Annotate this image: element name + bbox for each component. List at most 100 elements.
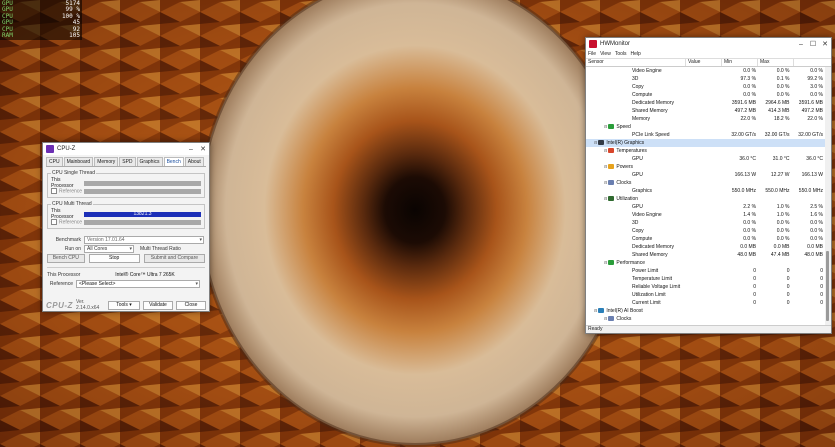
menu-tools[interactable]: Tools <box>615 51 627 57</box>
tab-mainboard[interactable]: Mainboard <box>63 157 94 166</box>
table-row[interactable]: ⊟ Powers <box>586 163 825 171</box>
benchmark-select[interactable]: Version 17.01.64 <box>84 235 204 244</box>
table-row[interactable]: Shared Memory 48.0 MB 47.4 MB 48.0 MB <box>586 251 825 259</box>
table-row[interactable]: Video Engine 0.0 % 0.0 % 0.0 % <box>586 67 825 75</box>
menu-file[interactable]: File <box>588 51 596 57</box>
collapse-icon[interactable]: ⊟ <box>604 163 607 171</box>
table-row[interactable]: ⊟ Clocks <box>586 315 825 323</box>
table-row[interactable]: GPU 36.0 °C 31.0 °C 36.0 °C <box>586 155 825 163</box>
table-row[interactable]: Current Limit 0 0 0 <box>586 299 825 307</box>
col-value[interactable]: Value <box>686 59 722 66</box>
menu-view[interactable]: View <box>600 51 611 57</box>
maximize-icon[interactable]: ☐ <box>807 38 819 50</box>
sensor-max: 48.0 MB <box>804 252 823 258</box>
collapse-icon[interactable]: ⊟ <box>604 123 607 131</box>
multi-ref-label[interactable]: Reference <box>51 218 84 225</box>
reference-row: Reference <Please Select> <box>47 279 205 288</box>
table-row[interactable]: GPU 166.13 W 12.27 W 166.13 W <box>586 171 825 179</box>
table-row[interactable]: Memory 22.0 % 18.2 % 22.0 % <box>586 115 825 123</box>
single-thread-title: CPU Single Thread <box>51 170 96 176</box>
collapse-icon[interactable]: ⊟ <box>594 139 597 147</box>
collapse-icon[interactable]: ⊟ <box>604 179 607 187</box>
cpuz-titlebar[interactable]: CPU-Z – ✕ <box>43 143 209 155</box>
table-row[interactable]: ⊟ Utilization <box>586 195 825 203</box>
sensor-max: 36.0 °C <box>806 156 823 162</box>
validate-button[interactable]: Validate <box>143 300 173 310</box>
table-row[interactable]: Shared Memory 497.2 MB 414.3 MB 497.2 MB <box>586 107 825 115</box>
sensor-value: 0.0 % <box>743 68 757 74</box>
table-row[interactable]: Dedicated Memory 0.0 MB 0.0 MB 0.0 MB <box>586 243 825 251</box>
stop-button[interactable]: Stop <box>88 254 140 263</box>
scrollbar-thumb[interactable] <box>826 251 829 321</box>
sensor-name: Utilization Limit <box>632 292 666 298</box>
hwm-scrollbar[interactable] <box>825 67 831 326</box>
table-row[interactable]: ⊟ Intel(R) AI Boost <box>586 307 825 315</box>
sensor-value: 0 <box>753 276 757 282</box>
minimize-icon[interactable]: – <box>185 143 197 155</box>
table-row[interactable]: Compute 0.0 % 0.0 % 0.0 % <box>586 91 825 99</box>
tab-memory[interactable]: Memory <box>94 157 119 166</box>
table-row[interactable]: Video Engine 1.4 % 1.0 % 1.6 % <box>586 211 825 219</box>
col-max[interactable]: Max <box>758 59 794 66</box>
tools-button[interactable]: Tools ▾ <box>108 300 140 310</box>
sensor-cell: ⊟ Clocks <box>586 179 704 187</box>
sensor-min: 1.0 % <box>776 212 790 218</box>
table-row[interactable]: Dedicated Memory 3591.6 MB 2964.6 MB 3591.6… <box>586 99 825 107</box>
hwm-titlebar[interactable]: HWMonitor – ☐ ✕ <box>586 38 831 50</box>
submit-compare-button[interactable]: Submit and Compare <box>143 254 205 263</box>
performance-overlay: GPU 5174 GPU 99 % CPU 100 % GPU 45 CPU 92 RAM… <box>0 0 82 40</box>
sensor-value: 22.0 % <box>740 116 757 122</box>
hwm-sensor-tree[interactable]: Video Engine 0.0 % 0.0 % 0.0 % 3D 97.3 % 0.1 %… <box>586 67 825 326</box>
table-row[interactable]: 3D 97.3 % 0.1 % 99.2 % <box>586 75 825 83</box>
minimize-icon[interactable]: – <box>795 38 807 50</box>
runon-select[interactable]: All Cores <box>84 244 134 253</box>
sensor-value <box>704 315 740 323</box>
table-row[interactable]: Graphics 550.0 MHz 550.0 MHz 550.0 MHz <box>586 187 825 195</box>
sensor-name: Copy <box>632 228 644 234</box>
table-row[interactable]: ⊟ Temperatures <box>586 147 825 155</box>
collapse-icon[interactable]: ⊟ <box>604 147 607 155</box>
sensor-cell: GPU <box>586 155 725 163</box>
table-row[interactable]: Reliable Voltage Limit 0 0 0 <box>586 283 825 291</box>
tab-graphics[interactable]: Graphics <box>136 157 163 166</box>
sensor-value: 0 <box>753 300 757 306</box>
table-row[interactable]: GPU 2.2 % 1.0 % 2.5 % <box>586 203 825 211</box>
sensor-cell: Copy <box>586 83 725 91</box>
collapse-icon[interactable]: ⊟ <box>604 259 607 267</box>
table-row[interactable]: ⊟ Speed <box>586 123 825 131</box>
table-row[interactable]: ⊟ Clocks <box>586 179 825 187</box>
tab-cpu[interactable]: CPU <box>46 157 63 166</box>
close-icon[interactable]: ✕ <box>819 38 831 50</box>
collapse-icon[interactable]: ⊟ <box>604 315 607 323</box>
tab-spd[interactable]: SPD <box>119 157 136 166</box>
single-ref-checkbox[interactable] <box>51 187 57 194</box>
table-row[interactable]: 3D 0.0 % 0.0 % 0.0 % <box>586 219 825 227</box>
table-row[interactable]: ⊟ Performance <box>586 259 825 267</box>
close-button[interactable]: Close <box>176 300 206 310</box>
col-sensor[interactable]: Sensor <box>586 59 686 66</box>
table-row[interactable]: ⊟ Intel(R) Graphics <box>586 139 825 147</box>
col-min[interactable]: Min <box>722 59 758 66</box>
table-row[interactable]: Temperature Limit 0 0 0 <box>586 275 825 283</box>
bench-cpu-button[interactable]: Bench CPU <box>47 254 85 263</box>
table-row[interactable]: Copy 0.0 % 0.0 % 0.0 % <box>586 227 825 235</box>
sensor-max: 22.0 % <box>807 116 823 122</box>
tab-bench[interactable]: Bench <box>163 157 184 166</box>
sensor-value <box>704 259 740 267</box>
close-icon[interactable]: ✕ <box>197 143 209 155</box>
table-row[interactable]: Compute 0.0 % 0.0 % 0.0 % <box>586 235 825 243</box>
table-row[interactable]: Power Limit 0 0 0 <box>586 267 825 275</box>
multi-ref-checkbox[interactable] <box>51 218 57 225</box>
menu-help[interactable]: Help <box>631 51 641 57</box>
table-row[interactable]: PCIe Link Speed 32.00 GT/s 32.00 GT/s 32.00… <box>586 131 825 139</box>
tab-about[interactable]: About <box>184 157 204 166</box>
table-row[interactable]: Utilization Limit 0 0 0 <box>586 291 825 299</box>
collapse-icon[interactable]: ⊟ <box>594 307 597 315</box>
overlay-key: RAM <box>2 32 13 40</box>
sensor-value <box>704 179 740 187</box>
sensor-max: 0 <box>820 292 823 298</box>
table-row[interactable]: Copy 0.0 % 0.0 % 3.0 % <box>586 83 825 91</box>
reference-select[interactable]: <Please Select> <box>76 279 200 288</box>
collapse-icon[interactable]: ⊟ <box>604 195 607 203</box>
single-ref-label[interactable]: Reference <box>51 187 84 194</box>
